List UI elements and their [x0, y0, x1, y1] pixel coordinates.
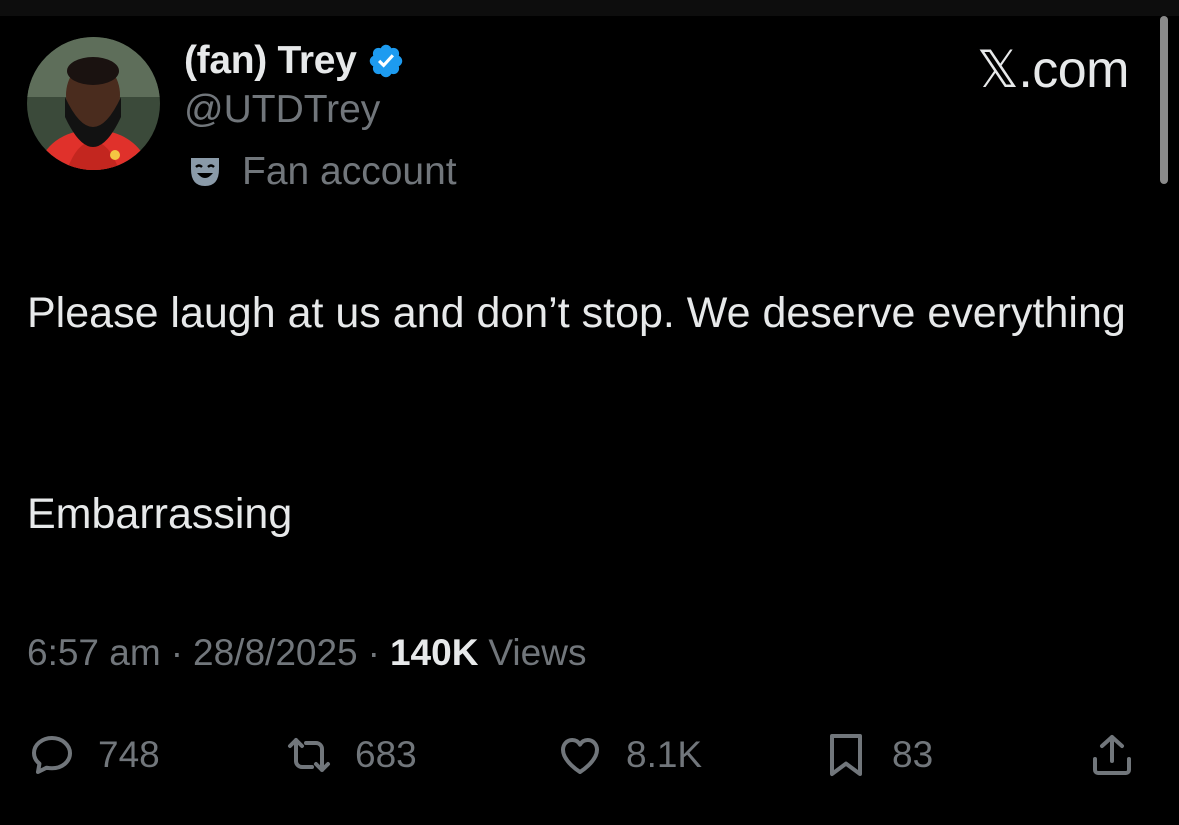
top-bar: [0, 0, 1179, 16]
share-icon: [1093, 735, 1131, 775]
account-label: Fan account: [188, 148, 457, 196]
action-bar: 748 683 8.1K 83: [0, 720, 1179, 790]
tweet-meta: 6:57 am · 28/8/2025 · 140K Views: [27, 628, 586, 678]
views-label: Views: [488, 632, 587, 673]
brand-logo: 𝕏.com: [976, 41, 1130, 99]
avatar-image: [27, 37, 160, 170]
like-count: 8.1K: [626, 734, 703, 775]
avatar[interactable]: [27, 37, 160, 170]
views-count: 140K: [389, 632, 479, 673]
scrollbar[interactable]: [1160, 16, 1168, 184]
name-row: (fan) Trey: [184, 36, 405, 86]
repost-icon: [288, 738, 330, 772]
tweet-time[interactable]: 6:57 am: [27, 632, 161, 674]
bookmark-button[interactable]: 83: [822, 720, 933, 790]
tweet-text: Please laugh at us and don’t stop. We de…: [27, 278, 1137, 348]
account-label-text: Fan account: [242, 150, 457, 193]
reply-button[interactable]: 748: [28, 720, 160, 790]
verified-badge-icon[interactable]: [367, 42, 405, 80]
meta-separator: ·: [367, 632, 380, 673]
display-name[interactable]: (fan) Trey: [184, 39, 357, 83]
theater-mask-icon: [191, 158, 219, 186]
tweet-text-line: Please laugh at us and don’t stop. We de…: [27, 289, 1126, 337]
bookmark-count: 83: [892, 734, 934, 775]
reply-icon: [32, 736, 72, 774]
meta-separator: ·: [170, 632, 184, 673]
tweet-date[interactable]: 28/8/2025: [193, 632, 358, 674]
heart-icon: [561, 738, 599, 774]
share-button[interactable]: [1088, 720, 1136, 790]
repost-count: 683: [355, 734, 417, 775]
reply-count: 748: [98, 734, 160, 775]
tweet-text-line: Embarrassing: [27, 490, 293, 538]
bookmark-icon: [830, 734, 862, 776]
repost-button[interactable]: 683: [285, 720, 417, 790]
tweet-screen: (fan) Trey @UTDTrey Fan account 𝕏.com Pl…: [0, 0, 1179, 825]
user-handle[interactable]: @UTDTrey: [184, 88, 380, 132]
like-button[interactable]: 8.1K: [556, 720, 702, 790]
